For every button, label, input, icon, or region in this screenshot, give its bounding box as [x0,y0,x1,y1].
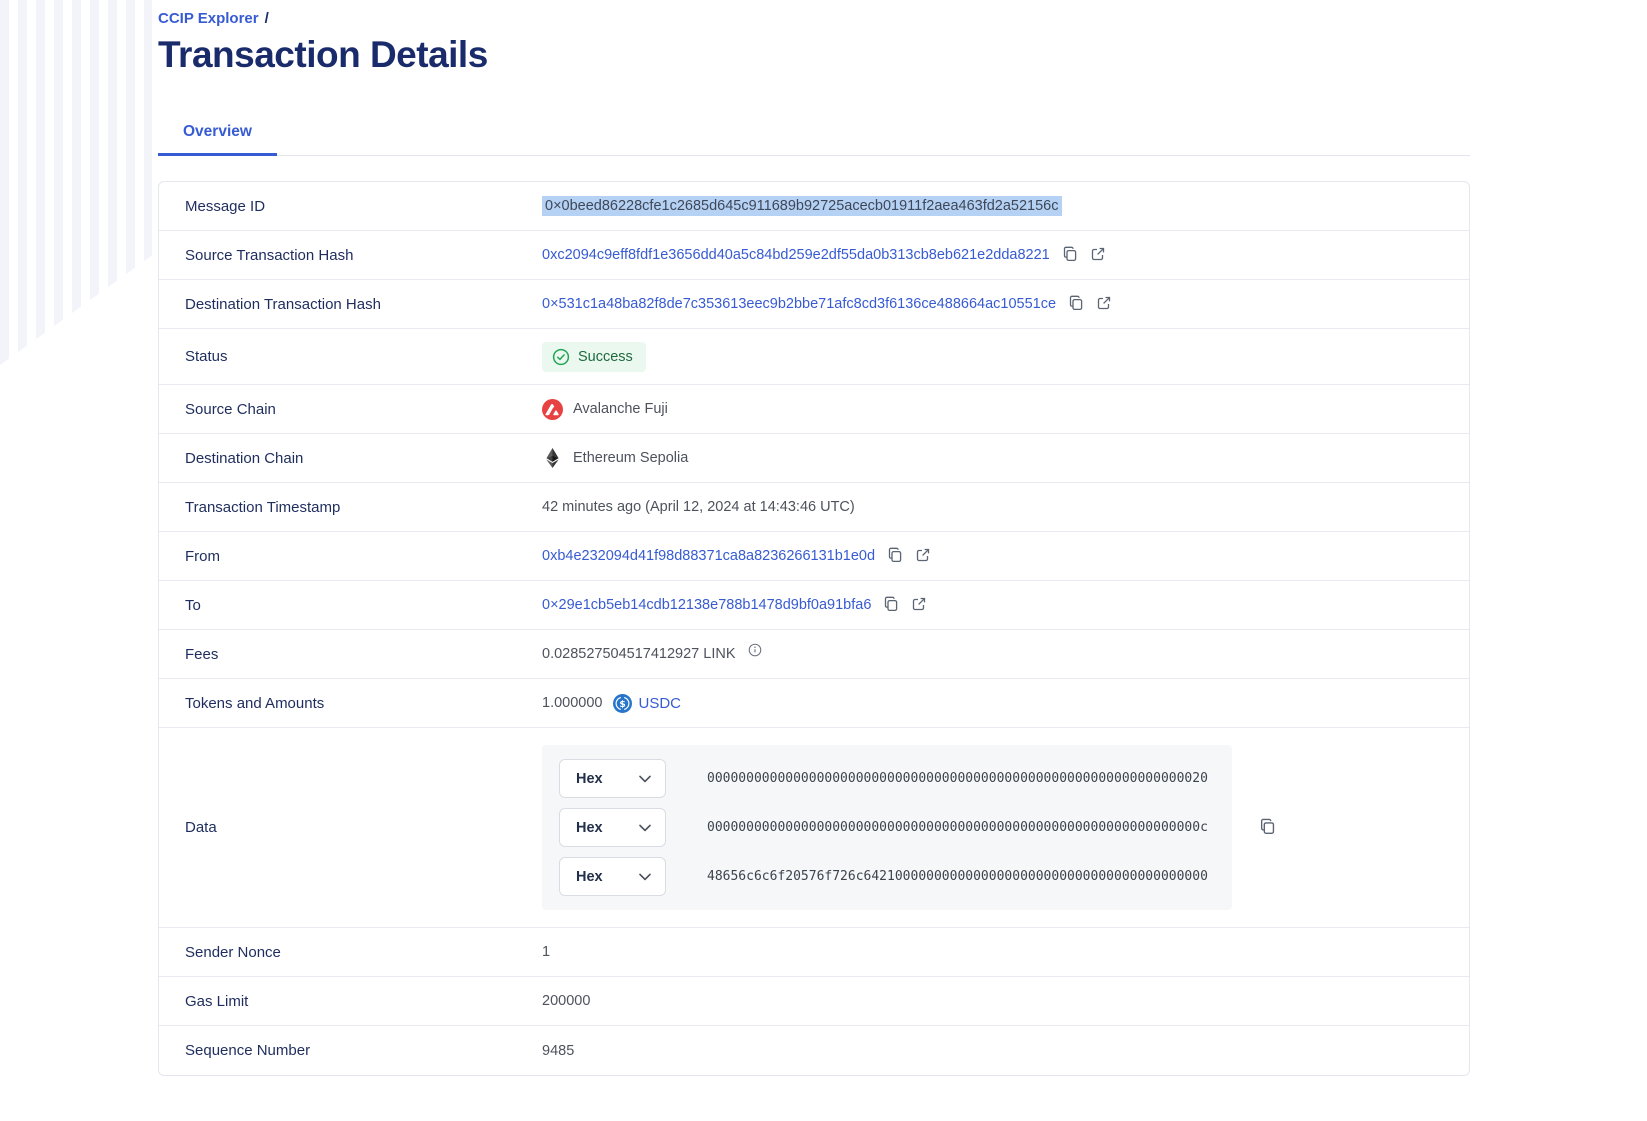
to-label: To [185,597,542,614]
copy-icon [1062,246,1078,265]
sequence-number-label: Sequence Number [185,1042,542,1059]
hex-format-select[interactable]: Hex [559,759,666,798]
to-address-link[interactable]: 0×29e1cb5eb14cdb12138e788b1478d9bf0a91bf… [542,597,871,613]
hex-data-value: 48656c6c6f20576f726c64210000000000000000… [707,869,1208,884]
tab-bar: Overview [158,123,1470,156]
hex-select-value: Hex [576,820,603,836]
external-link-icon [1096,295,1112,314]
hex-data-value: 0000000000000000000000000000000000000000… [707,771,1208,786]
usdc-icon: $ [613,694,632,713]
hex-select-value: Hex [576,771,603,787]
row-sender-nonce: Sender Nonce 1 [159,928,1469,977]
data-line: Hex 48656c6c6f20576f726c6421000000000000… [559,857,1215,896]
data-line: Hex 000000000000000000000000000000000000… [559,808,1215,847]
info-icon [748,643,762,660]
row-fees: Fees 0.028527504517412927 LINK [159,630,1469,679]
external-link-button[interactable] [915,547,931,566]
row-source-tx-hash: Source Transaction Hash 0xc2094c9eff8fdf… [159,231,1469,280]
row-message-id: Message ID 0×0beed86228cfe1c2685d645c911… [159,182,1469,231]
row-source-chain: Source Chain Avalanche Fuji [159,385,1469,434]
row-dest-chain: Destination Chain Ethereum Sepolia [159,434,1469,483]
row-status: Status Success [159,329,1469,385]
transaction-details-page: CCIP Explorer / Transaction Details Overv… [158,8,1470,1076]
page-title: Transaction Details [158,34,1470,76]
status-badge-text: Success [578,349,633,365]
external-link-icon [915,547,931,566]
row-timestamp: Transaction Timestamp 42 minutes ago (Ap… [159,483,1469,532]
fees-info-button[interactable] [748,643,762,660]
dest-tx-hash-link[interactable]: 0×531c1a48ba82f8de7c353613eec9b2bbe71afc… [542,296,1056,312]
row-dest-tx-hash: Destination Transaction Hash 0×531c1a48b… [159,280,1469,329]
sender-nonce-value: 1 [542,944,550,960]
dest-chain-label: Destination Chain [185,450,542,467]
hex-format-select[interactable]: Hex [559,857,666,896]
row-gas-limit: Gas Limit 200000 [159,977,1469,1026]
external-link-button[interactable] [911,596,927,615]
gas-limit-label: Gas Limit [185,993,542,1010]
ethereum-icon [542,448,563,468]
copy-button[interactable] [883,596,899,615]
copy-icon [1068,295,1084,314]
copy-button[interactable] [1068,295,1084,314]
breadcrumb-link-ccip-explorer[interactable]: CCIP Explorer [158,10,259,27]
external-link-icon [911,596,927,615]
external-link-icon [1090,246,1106,265]
chevron-down-icon [639,820,651,836]
token-amount-value: 1.000000 [542,695,602,711]
external-link-button[interactable] [1090,246,1106,265]
external-link-button[interactable] [1096,295,1112,314]
source-chain-label: Source Chain [185,401,542,418]
status-label: Status [185,348,542,365]
from-label: From [185,548,542,565]
hex-select-value: Hex [576,869,603,885]
fees-value: 0.028527504517412927 LINK [542,646,736,662]
avalanche-fuji-icon [542,399,563,420]
sequence-number-value: 9485 [542,1043,574,1059]
fees-label: Fees [185,646,542,663]
status-badge: Success [542,342,646,372]
copy-icon [883,596,899,615]
dest-chain-value: Ethereum Sepolia [573,450,688,466]
timestamp-label: Transaction Timestamp [185,499,542,516]
sender-nonce-label: Sender Nonce [185,944,542,961]
row-from: From 0xb4e232094d41f98d88371ca8a82362661… [159,532,1469,581]
copy-data-button[interactable] [1259,818,1276,838]
hex-data-value: 0000000000000000000000000000000000000000… [707,820,1208,835]
gas-limit-value: 200000 [542,993,590,1009]
copy-button[interactable] [887,547,903,566]
row-sequence-number: Sequence Number 9485 [159,1026,1469,1075]
row-to: To 0×29e1cb5eb14cdb12138e788b1478d9bf0a9… [159,581,1469,630]
chevron-down-icon [639,869,651,885]
row-tokens-amounts: Tokens and Amounts 1.000000 $ USDC [159,679,1469,728]
transaction-details-card: Message ID 0×0beed86228cfe1c2685d645c911… [158,181,1470,1076]
copy-button[interactable] [1062,246,1078,265]
message-id-label: Message ID [185,198,542,215]
hex-format-select[interactable]: Hex [559,808,666,847]
row-data: Data Hex 0000000000000000000000000000000… [159,728,1469,928]
source-tx-hash-label: Source Transaction Hash [185,247,542,264]
svg-text:$: $ [620,699,626,709]
breadcrumb: CCIP Explorer / [158,10,1470,27]
tokens-amounts-label: Tokens and Amounts [185,695,542,712]
copy-icon [1259,818,1276,838]
chevron-down-icon [639,771,651,787]
timestamp-value: 42 minutes ago (April 12, 2024 at 14:43:… [542,499,855,515]
copy-icon [887,547,903,566]
breadcrumb-separator: / [265,10,269,27]
data-line: Hex 000000000000000000000000000000000000… [559,759,1215,798]
dest-tx-hash-label: Destination Transaction Hash [185,296,542,313]
source-chain-value: Avalanche Fuji [573,401,668,417]
data-hex-panel: Hex 000000000000000000000000000000000000… [542,745,1232,910]
message-id-value: 0×0beed86228cfe1c2685d645c911689b92725ac… [542,196,1062,216]
tab-overview[interactable]: Overview [158,123,277,155]
background-stripes-decoration [0,0,152,365]
from-address-link[interactable]: 0xb4e232094d41f98d88371ca8a8236266131b1e… [542,548,875,564]
usdc-token-link[interactable]: USDC [638,695,681,712]
check-circle-icon [552,348,570,366]
source-tx-hash-link[interactable]: 0xc2094c9eff8fdf1e3656dd40a5c84bd259e2df… [542,247,1050,263]
data-label: Data [185,819,542,836]
